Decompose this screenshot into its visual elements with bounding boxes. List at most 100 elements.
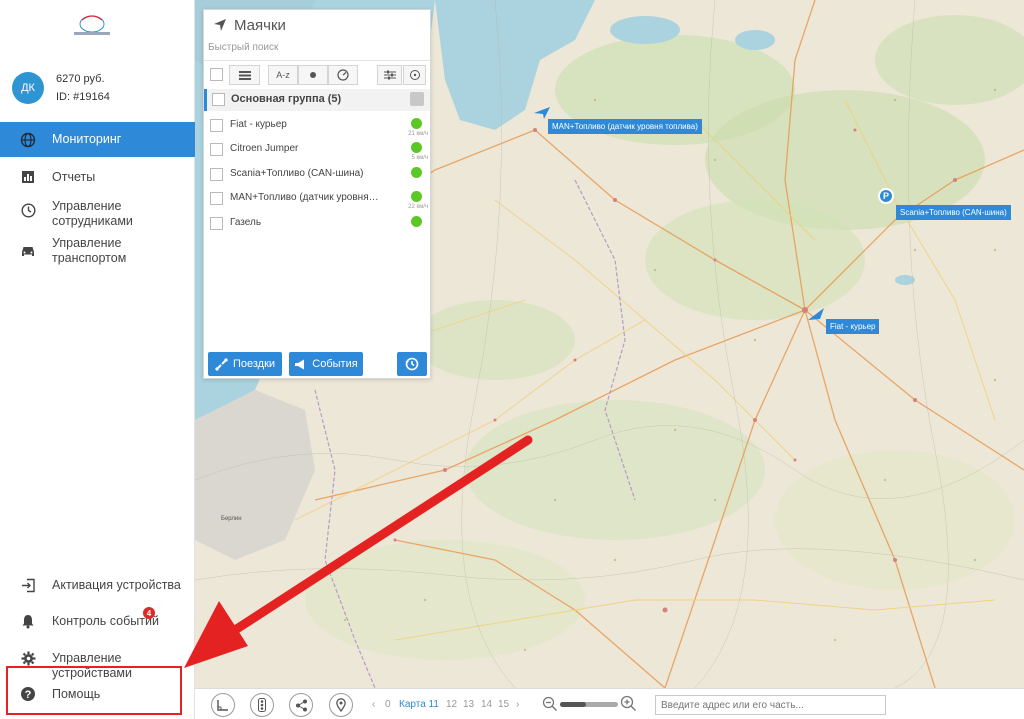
map-label-scania[interactable]: Scania+Топливо (CAN-шина) <box>896 205 1011 220</box>
share-icon <box>295 699 307 711</box>
parking-icon[interactable]: P <box>878 188 894 204</box>
city-label: Берлин <box>221 516 242 522</box>
beacons-panel: Маячки Быстрый поиск A-z Основная группа… <box>203 9 431 379</box>
user-block[interactable]: ДК 6270 руб. ID: #19164 <box>12 70 110 106</box>
map-pin-icon <box>336 698 346 712</box>
location-arrow-icon <box>214 19 226 31</box>
device-checkbox[interactable] <box>210 143 223 156</box>
filter-settings-button[interactable] <box>377 65 402 85</box>
device-speed: 21 км/ч <box>408 131 428 137</box>
balance: 6270 руб. <box>56 73 105 85</box>
megaphone-icon <box>295 359 305 369</box>
comment-icon[interactable] <box>410 92 424 106</box>
clock-icon <box>20 202 36 218</box>
list-item[interactable]: Газель <box>204 212 430 236</box>
list-view-button[interactable] <box>229 65 260 85</box>
events-button[interactable]: События <box>289 352 363 376</box>
nav-monitoring[interactable]: Мониторинг <box>0 122 195 157</box>
device-name: Citroen Jumper <box>230 143 299 154</box>
status-online-icon <box>411 216 422 227</box>
map-toolbar: ‹ 0 Карта 11 12 13 14 15 › <box>195 688 1024 719</box>
map-label-man[interactable]: MAN+Топливо (датчик уровня топлива) <box>548 119 702 134</box>
share-button[interactable] <box>289 693 313 717</box>
globe-icon <box>20 132 36 148</box>
list-item[interactable]: Scania+Топливо (CAN-шина) <box>204 163 430 187</box>
group-row[interactable]: Основная группа (5) <box>204 89 430 111</box>
zoom-slider[interactable] <box>560 702 618 707</box>
map-label-fiat[interactable]: Fiat - курьер <box>826 319 880 334</box>
nav-events-label: Контроль событий <box>52 614 159 628</box>
nav-transport-label-2: транспортом <box>52 251 127 265</box>
company-logo[interactable] <box>70 10 114 40</box>
list-icon <box>238 70 251 80</box>
nav-activation[interactable]: Активация устройства <box>0 574 195 596</box>
device-speed: 22 км/ч <box>408 204 428 210</box>
device-checkbox[interactable] <box>210 192 223 205</box>
help-highlight-box <box>6 666 182 715</box>
gear-icon <box>20 650 36 666</box>
nav-activation-label: Активация устройства <box>52 578 181 592</box>
crosshair-icon <box>409 70 420 80</box>
divider <box>204 60 430 61</box>
zoom-level-current[interactable]: Карта 11 <box>399 699 439 710</box>
device-checkbox[interactable] <box>210 217 223 230</box>
bar-chart-icon <box>20 169 36 185</box>
history-icon <box>405 357 419 371</box>
vehicle-arrow-icon[interactable] <box>808 308 824 320</box>
status-online-icon <box>411 167 422 178</box>
target-button[interactable] <box>403 65 426 85</box>
sort-az-button[interactable]: A-z <box>268 65 298 85</box>
nav-monitoring-label: Мониторинг <box>52 132 122 146</box>
traffic-light-icon <box>258 698 266 712</box>
events-button-label: События <box>312 358 358 370</box>
geofence-button[interactable] <box>329 693 353 717</box>
nav-events[interactable]: Контроль событий 4 <box>0 607 195 632</box>
sliders-icon <box>383 70 396 80</box>
sign-in-icon <box>20 577 36 593</box>
sort-speed-button[interactable] <box>328 65 358 85</box>
zoom-next-button[interactable]: › <box>516 699 519 710</box>
sort-status-button[interactable] <box>298 65 328 85</box>
select-all-checkbox[interactable] <box>210 68 223 81</box>
device-checkbox[interactable] <box>210 119 223 132</box>
panel-title: Маячки <box>234 17 286 34</box>
traffic-button[interactable] <box>250 693 274 717</box>
device-name: Scania+Топливо (CAN-шина) <box>230 168 364 179</box>
avatar[interactable]: ДК <box>12 72 44 104</box>
status-online-icon <box>411 142 422 153</box>
nav-reports[interactable]: Отчеты <box>0 166 195 188</box>
list-item[interactable]: MAN+Топливо (датчик уровня т... 22 км/ч <box>204 187 430 211</box>
route-icon <box>215 357 228 371</box>
zoom-level-13[interactable]: 13 <box>463 699 474 710</box>
dot-icon <box>310 72 316 78</box>
list-item[interactable]: Citroen Jumper 5 км/ч <box>204 138 430 162</box>
events-count-badge: 4 <box>143 607 155 619</box>
sidebar: ДК 6270 руб. ID: #19164 Мониторинг Отчет… <box>0 0 195 719</box>
address-search-input[interactable] <box>655 695 886 715</box>
device-speed: 5 км/ч <box>411 155 428 161</box>
vehicle-arrow-icon[interactable] <box>534 107 550 119</box>
quick-search-input[interactable]: Быстрый поиск <box>208 42 278 53</box>
ruler-button[interactable] <box>211 693 235 717</box>
zoom-level-14[interactable]: 14 <box>481 699 492 710</box>
trips-button[interactable]: Поездки <box>208 352 282 376</box>
ruler-icon <box>217 700 228 711</box>
zoom-out-icon[interactable] <box>542 696 558 712</box>
trips-button-label: Поездки <box>232 358 276 370</box>
group-label: Основная группа (5) <box>231 93 342 105</box>
zoom-in-icon[interactable] <box>620 695 637 712</box>
list-item[interactable]: Fiat - курьер 21 км/ч <box>204 114 430 138</box>
device-name: MAN+Топливо (датчик уровня т... <box>230 192 380 203</box>
zoom-level-12[interactable]: 12 <box>446 699 457 710</box>
zoom-level-0[interactable]: 0 <box>385 699 391 710</box>
nav-transport[interactable]: Управление транспортом <box>0 235 195 267</box>
nav-staff-label-2: сотрудниками <box>52 214 133 228</box>
device-checkbox[interactable] <box>210 168 223 181</box>
history-button[interactable] <box>397 352 427 376</box>
nav-staff-label-1: Управление <box>52 199 122 213</box>
nav-staff[interactable]: Управление сотрудниками <box>0 198 195 230</box>
zoom-prev-button[interactable]: ‹ <box>372 699 375 710</box>
zoom-level-15[interactable]: 15 <box>498 699 509 710</box>
status-online-icon <box>411 118 422 129</box>
group-checkbox[interactable] <box>212 93 225 106</box>
